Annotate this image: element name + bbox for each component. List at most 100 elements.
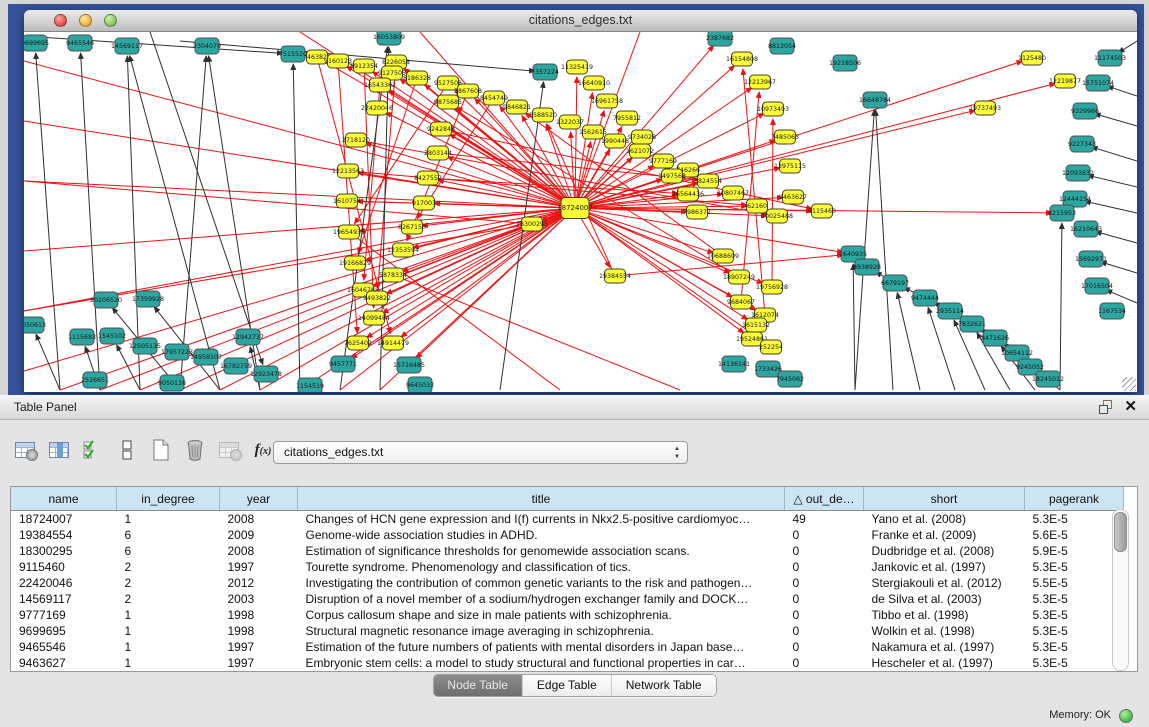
graph-node[interactable]: 9465546: [66, 35, 94, 51]
graph-node[interactable]: 2304079: [193, 38, 221, 54]
tab-edge-table[interactable]: Edge Table: [523, 675, 612, 696]
close-window-button[interactable]: [54, 14, 67, 27]
table-row[interactable]: 946554611997Estimation of the future num…: [11, 639, 1124, 655]
graph-node[interactable]: 14136141: [718, 356, 750, 372]
graph-node[interactable]: 17016504: [1081, 278, 1113, 294]
graph-node[interactable]: 1615132: [742, 318, 770, 332]
graph-node[interactable]: 5878334: [379, 268, 407, 282]
table-row[interactable]: 911546021997Tourette syndrome. Phenomeno…: [11, 559, 1124, 575]
graph-node[interactable]: 12093832: [1062, 165, 1094, 181]
graph-node[interactable]: 15716485: [393, 357, 425, 373]
table-row[interactable]: 1830029562008Estimation of significance …: [11, 543, 1124, 559]
graph-node[interactable]: 3824554: [694, 174, 722, 188]
graph-node[interactable]: 16210643: [1070, 221, 1102, 237]
graph-node[interactable]: 8186328: [403, 71, 431, 85]
graph-node[interactable]: 8454749: [480, 91, 508, 105]
graph-node[interactable]: 8215953: [1048, 205, 1076, 221]
table-row[interactable]: 1938455462009Genome-wide association stu…: [11, 527, 1124, 543]
row-height-icon[interactable]: [112, 435, 142, 465]
graph-node[interactable]: 19384554: [599, 269, 631, 283]
column-header-pagerank[interactable]: pagerank: [1025, 487, 1124, 511]
graph-node[interactable]: 1115683: [68, 329, 96, 345]
graph-node[interactable]: 18724007: [557, 198, 593, 219]
graph-node[interactable]: 1050613: [24, 317, 46, 333]
graph-node[interactable]: 9645033: [406, 377, 434, 392]
memory-status-indicator[interactable]: [1119, 709, 1133, 723]
graph-node[interactable]: 2935114: [936, 303, 964, 319]
graph-node[interactable]: 10807467: [717, 186, 749, 200]
tab-node-table[interactable]: Node Table: [433, 675, 523, 696]
graph-node[interactable]: 17957223: [161, 344, 193, 360]
graph-node[interactable]: 19166829: [339, 256, 371, 270]
graph-node[interactable]: 2867608: [454, 84, 482, 98]
graph-node[interactable]: 8267150: [398, 220, 426, 234]
graph-node[interactable]: 16154808: [726, 52, 758, 66]
graph-node[interactable]: 13975115: [774, 159, 806, 173]
graph-node[interactable]: 12213563: [332, 164, 364, 178]
table-row[interactable]: 969969511998Structural magnetic resonanc…: [11, 623, 1124, 639]
network-canvas[interactable]: 1872400774638229160123891235482260589127…: [24, 32, 1137, 392]
column-header-out_degree[interactable]: △ out_de…: [785, 487, 864, 511]
graph-node[interactable]: 11325419: [561, 60, 593, 74]
select-columns-icon[interactable]: [78, 435, 108, 465]
graph-node[interactable]: 7955812: [613, 111, 641, 125]
table-row[interactable]: 946362711997Embryonic stem cells: a mode…: [11, 655, 1124, 671]
graph-node[interactable]: 2803144: [424, 146, 452, 160]
graph-node[interactable]: 14569117: [111, 38, 143, 54]
graph-node[interactable]: 2387682: [706, 32, 734, 46]
graph-node[interactable]: 1125480: [1018, 51, 1046, 65]
show-columns-icon[interactable]: [44, 435, 74, 465]
column-header-title[interactable]: title: [298, 487, 785, 511]
graph-node[interactable]: 16782759: [220, 358, 252, 374]
graph-node[interactable]: 19218506: [829, 55, 861, 71]
graph-node[interactable]: 19654935: [333, 225, 365, 239]
column-header-short[interactable]: short: [864, 487, 1025, 511]
network-graph[interactable]: 1872400774638229160123891235482260589127…: [24, 32, 1137, 392]
graph-node[interactable]: 12219877: [1049, 74, 1081, 88]
graph-node[interactable]: 9699695: [24, 35, 49, 51]
graph-node[interactable]: 7986372: [683, 205, 711, 219]
graph-node[interactable]: 9329966: [1071, 103, 1099, 119]
graph-node[interactable]: 15692971: [1075, 251, 1107, 267]
table-row[interactable]: 977716911998Corpus callosum shape and si…: [11, 607, 1124, 623]
graph-node[interactable]: 2526651: [81, 372, 109, 388]
graph-node[interactable]: 9684067: [727, 295, 755, 309]
table-scrollbar[interactable]: [1112, 509, 1129, 671]
graph-node[interactable]: 20206520: [90, 292, 122, 308]
tab-network-table[interactable]: Network Table: [612, 675, 716, 696]
graph-node[interactable]: 1562615: [579, 125, 607, 139]
graph-node[interactable]: 16053809: [373, 32, 405, 45]
graph-node[interactable]: 16640910: [578, 76, 610, 90]
graph-node[interactable]: 917003: [412, 196, 436, 210]
graph-node[interactable]: 9846821: [503, 100, 531, 114]
network-window[interactable]: citations_edges.txt 18724007746382291601…: [24, 10, 1137, 392]
table-settings-icon[interactable]: [10, 435, 40, 465]
table-scrollbar-thumb[interactable]: [1114, 512, 1127, 552]
graph-node[interactable]: 9227343: [1068, 136, 1096, 152]
graph-node[interactable]: 9050138: [158, 375, 186, 391]
graph-node[interactable]: 9777169: [649, 154, 677, 168]
column-header-year[interactable]: year: [220, 487, 298, 511]
graph-node[interactable]: 1497568: [658, 169, 686, 183]
table-row[interactable]: 2242004622012Investigating the contribut…: [11, 575, 1124, 591]
graph-node[interactable]: 7515520: [279, 46, 307, 62]
table-row[interactable]: 1456911722003Disruption of a novel membe…: [11, 591, 1124, 607]
window-titlebar[interactable]: citations_edges.txt: [24, 10, 1137, 32]
column-header-name[interactable]: name: [11, 487, 117, 511]
graph-node[interactable]: 2718120: [342, 133, 370, 147]
graph-node[interactable]: 1621072: [626, 144, 654, 158]
graph-node[interactable]: 1167534: [1098, 303, 1126, 319]
graph-node[interactable]: 1610754: [333, 194, 361, 208]
graph-node[interactable]: 17359928: [132, 291, 164, 307]
graph-node[interactable]: 12505135: [129, 338, 161, 354]
graph-node[interactable]: 1154519: [296, 378, 324, 392]
graph-node[interactable]: 7945062: [776, 371, 804, 387]
graph-node[interactable]: 8912354: [350, 59, 378, 73]
graph-node[interactable]: 1322037: [556, 115, 584, 129]
graph-node[interactable]: 12353594: [387, 243, 419, 257]
graph-node[interactable]: 7485063: [771, 130, 799, 144]
graph-node[interactable]: 7832621: [958, 316, 986, 332]
graph-node[interactable]: 9734028: [628, 130, 656, 144]
graph-node[interactable]: 18245012: [1032, 371, 1064, 387]
graph-node[interactable]: 12923478: [250, 366, 282, 382]
